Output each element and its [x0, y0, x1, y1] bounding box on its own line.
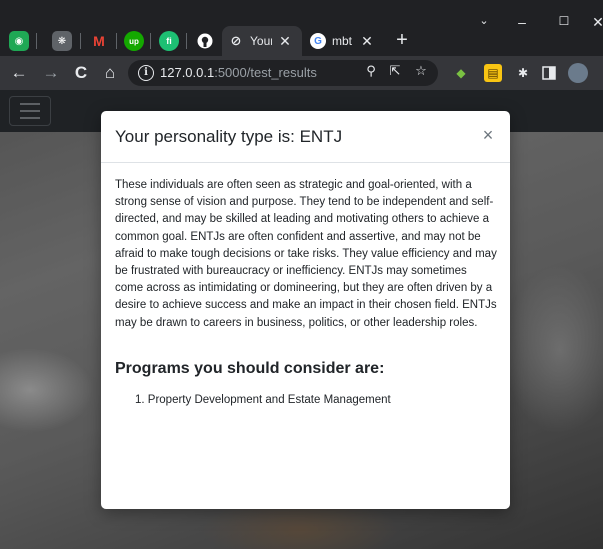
google-icon: G	[310, 33, 326, 49]
modal-body: These individuals are often seen as stra…	[115, 177, 497, 408]
tab-separator	[80, 33, 81, 49]
new-tab-button[interactable]: +	[390, 29, 414, 53]
tab-title: mbt	[332, 34, 353, 48]
personality-description: These individuals are often seen as stra…	[115, 179, 497, 329]
back-arrow-icon[interactable]: ←	[8, 62, 30, 84]
address-bar[interactable]: i 127.0.0.1:5000/test_results ⚲ ⇱ ☆	[128, 60, 438, 86]
tab-search-dropdown-icon[interactable]: ⌄	[476, 14, 492, 27]
browser-toolbar: ← → C ⌂ i 127.0.0.1:5000/test_results ⚲ …	[0, 56, 603, 90]
list-item: 1. Property Development and Estate Manag…	[135, 393, 391, 406]
upwork-icon[interactable]: up	[124, 31, 144, 51]
tab-separator	[116, 33, 117, 49]
site-info-icon[interactable]: i	[138, 65, 154, 81]
github-icon[interactable]	[195, 31, 215, 51]
tab-separator	[186, 33, 187, 49]
browser-tab-strip: ◉ ❋ M up fi ⊘ Your ✕ G mbt ✕ + ⌄ – ☐ ✕	[0, 0, 603, 56]
tab-results[interactable]: ⊘ Your ✕	[222, 26, 302, 56]
url-text[interactable]: 127.0.0.1:5000/test_results	[160, 65, 317, 80]
close-window-button[interactable]: ✕	[590, 14, 603, 31]
modal-header: Your personality type is: ENTJ ×	[101, 111, 510, 163]
reload-icon[interactable]: C	[70, 62, 92, 84]
tab-close-icon[interactable]: ✕	[360, 33, 374, 50]
maximize-button[interactable]: ☐	[556, 14, 572, 28]
tab-separator	[150, 33, 151, 49]
chatgpt-icon[interactable]: ❋	[52, 31, 72, 51]
whatsapp-icon[interactable]: ◉	[9, 31, 29, 51]
extension-icon[interactable]: ◆	[452, 64, 470, 82]
forward-arrow-icon[interactable]: →	[40, 62, 62, 84]
zoom-search-icon[interactable]: ⚲	[362, 63, 380, 79]
tab-title: Your	[250, 34, 272, 48]
profile-avatar[interactable]	[568, 63, 588, 83]
tab-separator	[36, 33, 37, 49]
extension-note-icon[interactable]: ▤	[484, 64, 502, 82]
modal-title: Your personality type is: ENTJ	[115, 127, 343, 146]
home-icon[interactable]: ⌂	[99, 62, 121, 84]
fiverr-icon[interactable]: fi	[159, 31, 179, 51]
navbar-toggler-icon[interactable]	[9, 96, 51, 126]
tab-search[interactable]: G mbt ✕	[304, 26, 384, 56]
programs-heading: Programs you should consider are:	[115, 359, 385, 377]
program-list: 1. Property Development and Estate Manag…	[115, 392, 497, 408]
share-icon[interactable]: ⇱	[386, 63, 404, 79]
close-icon[interactable]: ×	[480, 125, 496, 146]
result-modal: Your personality type is: ENTJ × These i…	[101, 111, 510, 509]
gmail-icon[interactable]: M	[89, 31, 109, 51]
minimize-button[interactable]: –	[514, 14, 530, 30]
bookmark-star-icon[interactable]: ☆	[412, 63, 430, 79]
side-panel-icon[interactable]	[540, 64, 558, 82]
puzzle-icon[interactable]: ✱	[514, 64, 532, 82]
globe-icon: ⊘	[230, 33, 242, 48]
tab-close-icon[interactable]: ✕	[278, 33, 292, 50]
